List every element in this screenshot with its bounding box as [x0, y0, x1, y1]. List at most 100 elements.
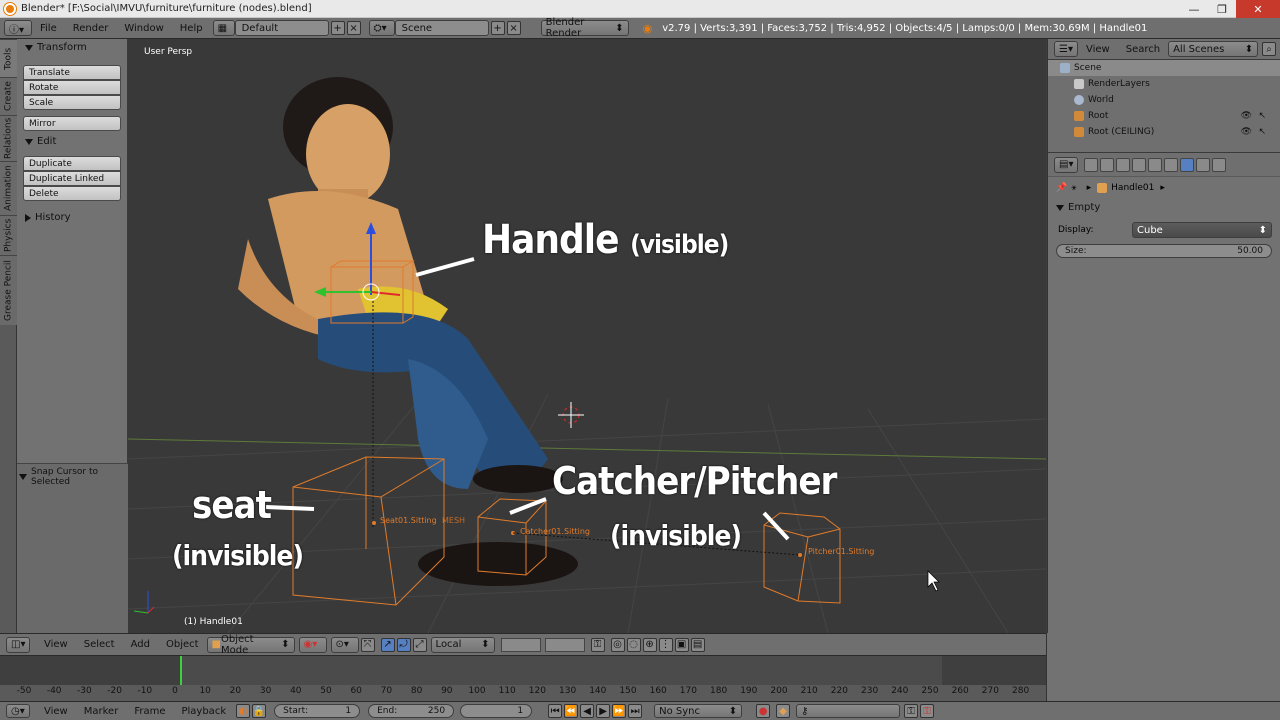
snap-icon[interactable]: ⊕	[642, 637, 657, 652]
3d-cursor-icon[interactable]	[558, 402, 584, 428]
timeline-editor-button[interactable]: ◷▾	[6, 704, 30, 718]
record-icon[interactable]: ●	[756, 704, 771, 718]
renderlayers-tab-icon[interactable]	[1100, 157, 1114, 172]
scene-add-button[interactable]: +	[490, 21, 505, 35]
viewport-editor-button[interactable]: ◫▾	[6, 636, 30, 653]
scene-field[interactable]: Scene	[394, 20, 489, 36]
layer-buttons[interactable]	[500, 637, 585, 652]
properties-editor-button[interactable]: ▤▾	[1054, 156, 1078, 173]
seat-empty-cube[interactable]	[292, 456, 445, 606]
object-tab-icon[interactable]	[1148, 157, 1162, 172]
physics-tab-icon[interactable]	[1212, 157, 1226, 172]
eye-icon[interactable]: 👁	[1241, 127, 1252, 137]
opengl-anim-icon[interactable]: ▤	[690, 637, 705, 652]
manipulator-toggle[interactable]: ⤧	[360, 637, 375, 652]
outliner-row-renderlayers[interactable]: RenderLayers	[1048, 76, 1280, 92]
lock-icon[interactable]: 🔒	[252, 704, 267, 718]
shading-dropdown[interactable]: ◉▾	[298, 636, 327, 653]
render-engine-dropdown[interactable]: Blender Render ⬍	[540, 17, 629, 39]
cursor-select-icon[interactable]: ↖	[1258, 127, 1266, 137]
edit-panel-header[interactable]: Edit	[17, 133, 127, 150]
size-field[interactable]: Size: 50.00	[1056, 244, 1272, 258]
delete-button[interactable]: Delete	[23, 186, 121, 201]
translate-manipulator-button[interactable]: ↗	[380, 637, 395, 652]
pivot-dropdown[interactable]: ⊙▾	[330, 636, 359, 653]
rotate-manipulator-button[interactable]: ⤾	[396, 637, 411, 652]
editor-type-button[interactable]: ⓘ▾	[4, 20, 32, 36]
preview-range-icon[interactable]: ◐	[236, 704, 251, 718]
eye-icon[interactable]: 👁	[1241, 111, 1252, 121]
opengl-render-icon[interactable]: ▣	[674, 637, 689, 652]
orientation-dropdown[interactable]: Local ⬍	[430, 636, 495, 653]
outliner-search-button[interactable]: ⌕	[1262, 42, 1277, 56]
constraints-tab-icon[interactable]	[1164, 157, 1178, 172]
menu-help[interactable]: Help	[172, 23, 211, 34]
outliner-row-root-ceiling[interactable]: Root (CEILING) 👁 ↖	[1048, 124, 1280, 140]
render-preview-icon[interactable]: ◎	[610, 637, 625, 652]
data-tab-icon[interactable]	[1180, 157, 1194, 172]
mirror-button[interactable]: Mirror	[23, 116, 121, 131]
layout-field[interactable]: Default	[234, 20, 329, 36]
layout-add-button[interactable]: +	[330, 21, 345, 35]
snap-element-icon[interactable]: ⋮	[658, 637, 673, 652]
transform-panel-header[interactable]: Transform	[17, 39, 127, 56]
vp-menu-object[interactable]: Object	[158, 639, 207, 650]
timeline-area[interactable]: -50 -40 -30 -20 -10 0 10 20 30 40 50 60 70 80 90 100 110…	[0, 655, 1046, 702]
vp-menu-view[interactable]: View	[36, 639, 76, 650]
tab-relations[interactable]: Relations	[0, 115, 17, 161]
outliner-search-menu[interactable]: Search	[1118, 44, 1168, 55]
tl-menu-frame[interactable]: Frame	[126, 706, 173, 717]
rotate-button[interactable]: Rotate	[23, 80, 121, 95]
vp-menu-add[interactable]: Add	[123, 639, 158, 650]
empty-panel-header[interactable]: Empty	[1048, 199, 1280, 216]
insert-keyframe-icon[interactable]: ⚿	[904, 704, 919, 718]
minimize-button[interactable]: —	[1180, 0, 1208, 18]
tl-menu-marker[interactable]: Marker	[76, 706, 127, 717]
scene-browse-button[interactable]: ⛭▾	[368, 20, 395, 36]
snap-cursor-header[interactable]: Snap Cursor to Selected	[17, 464, 128, 490]
world-tab-icon[interactable]	[1132, 157, 1146, 172]
close-button[interactable]: ✕	[1236, 0, 1280, 18]
scale-button[interactable]: Scale	[23, 95, 121, 110]
jump-start-icon[interactable]: ⏮	[548, 704, 563, 718]
outliner-row-scene[interactable]: Scene	[1048, 60, 1280, 76]
scale-manipulator-button[interactable]: ⤢	[412, 637, 427, 652]
lock-layers-icon[interactable]: ⚿	[590, 637, 605, 652]
outliner-editor-button[interactable]: ☰▾	[1054, 41, 1078, 57]
duplicate-button[interactable]: Duplicate	[23, 156, 121, 171]
proportional-icon[interactable]: ◌	[626, 637, 641, 652]
outliner-filter-dropdown[interactable]: All Scenes ⬍	[1168, 41, 1259, 57]
scene-tab-icon[interactable]	[1116, 157, 1130, 172]
tl-menu-view[interactable]: View	[36, 706, 76, 717]
jump-keyframe-forward-icon[interactable]: ⏩	[612, 704, 627, 718]
tab-create[interactable]: Create	[0, 77, 17, 115]
scene-remove-button[interactable]: ×	[506, 21, 521, 35]
play-reverse-icon[interactable]: ◀	[580, 704, 595, 718]
start-frame-field[interactable]: Start: 1	[274, 704, 361, 718]
outliner-view-menu[interactable]: View	[1078, 44, 1118, 55]
tab-physics[interactable]: Physics	[0, 215, 17, 255]
menu-file[interactable]: File	[32, 23, 65, 34]
play-icon[interactable]: ▶	[596, 704, 611, 718]
maximize-button[interactable]: ❐	[1208, 0, 1236, 18]
keying-set-icon[interactable]: ◆	[776, 704, 791, 718]
end-frame-field[interactable]: End: 250	[368, 704, 455, 718]
3d-viewport[interactable]: User Persp (1) Handle01 Handle (visible)…	[128, 39, 1046, 633]
texture-tab-icon[interactable]	[1196, 157, 1210, 172]
current-frame-field[interactable]: 1	[460, 704, 533, 718]
layout-browse-button[interactable]: ▦	[212, 20, 235, 36]
menu-render[interactable]: Render	[65, 23, 117, 34]
menu-window[interactable]: Window	[116, 23, 171, 34]
outliner-row-world[interactable]: World	[1048, 92, 1280, 108]
timeline-ruler[interactable]: -50 -40 -30 -20 -10 0 10 20 30 40 50 60 70 80 90 100 110…	[0, 685, 1046, 702]
cursor-select-icon[interactable]: ↖	[1258, 111, 1266, 121]
delete-keyframe-icon[interactable]: ⚿	[920, 704, 935, 718]
tab-animation[interactable]: Animation	[0, 161, 17, 215]
jump-end-icon[interactable]: ⏭	[628, 704, 643, 718]
tl-menu-playback[interactable]: Playback	[173, 706, 234, 717]
vp-menu-select[interactable]: Select	[76, 639, 123, 650]
jump-keyframe-back-icon[interactable]: ⏪	[564, 704, 579, 718]
mode-dropdown[interactable]: ■ Object Mode ⬍	[206, 634, 295, 656]
duplicate-linked-button[interactable]: Duplicate Linked	[23, 171, 121, 186]
display-dropdown[interactable]: Cube ⬍	[1132, 222, 1272, 238]
